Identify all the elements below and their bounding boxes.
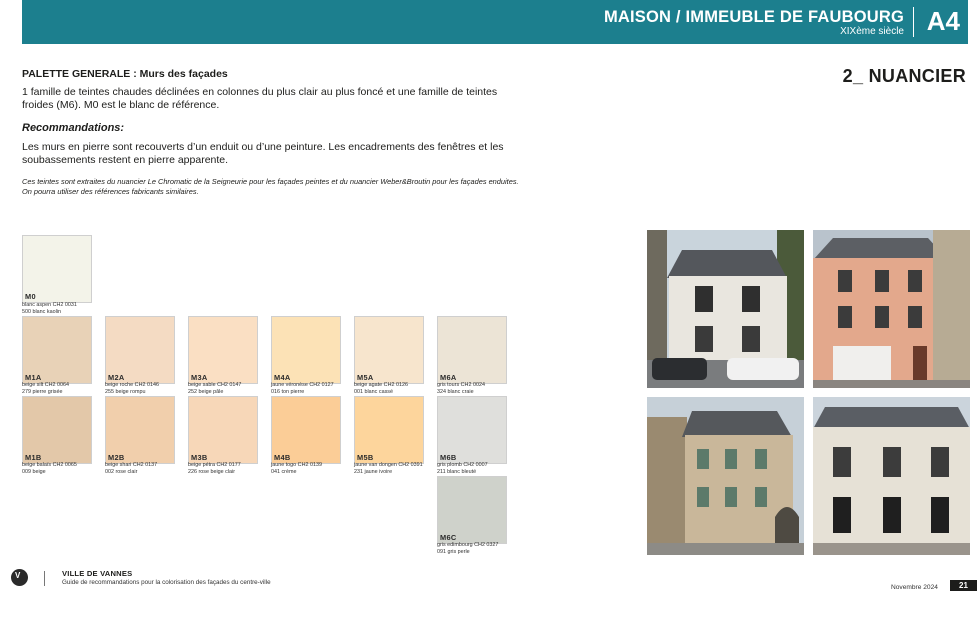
recommendations-title: Recommandations: bbox=[22, 122, 125, 134]
swatch-label: beige silt CH2 0064 279 pierre grisée bbox=[22, 382, 69, 396]
swatch-ref: beige shari CH2 0137 bbox=[105, 462, 158, 468]
facade-photo bbox=[647, 397, 804, 555]
swatch-code: M6B bbox=[440, 453, 457, 462]
swatch-ref: gris tours CH2 0024 bbox=[437, 382, 485, 388]
footer-city: VILLE DE VANNES bbox=[62, 569, 133, 578]
swatch-code: M3B bbox=[191, 453, 208, 462]
swatch-m1a: M1A bbox=[22, 316, 92, 384]
swatch-m6c: M6C bbox=[437, 476, 507, 544]
palette-title: PALETTE GENERALE : Murs des façades bbox=[22, 68, 228, 80]
swatch-ref: blanc aspen CH2 0031 bbox=[22, 302, 77, 308]
swatch-ref: 009 beige bbox=[22, 469, 46, 476]
swatch-m2b: M2B bbox=[105, 396, 175, 464]
facade-photo bbox=[813, 230, 970, 388]
footer-date: Novembre 2024 bbox=[891, 584, 938, 591]
facade-photo bbox=[647, 230, 804, 388]
swatch-label: beige agate CH2 0126 001 blanc cassé bbox=[354, 382, 408, 396]
swatch-m6b: M6B bbox=[437, 396, 507, 464]
swatch-code: M6A bbox=[440, 373, 457, 382]
swatch-ref: gris edimbourg CH2 0327 bbox=[437, 542, 499, 548]
swatch-label: blanc aspen CH2 0031 500 blanc kaolin bbox=[22, 302, 77, 316]
swatch-ref: beige roche CH2 0146 bbox=[105, 382, 159, 388]
swatch-m0: M0 bbox=[22, 235, 92, 303]
swatch-ref: beige agate CH2 0126 bbox=[354, 382, 408, 388]
swatch-ref: beige pétra CH2 0177 bbox=[188, 462, 241, 468]
swatch-ref: gris plomb CH2 0007 bbox=[437, 462, 488, 468]
recommendations-text: Les murs en pierre sont recouverts d’un … bbox=[22, 141, 504, 166]
swatch-code: M4B bbox=[274, 453, 291, 462]
swatch-m3b: M3B bbox=[188, 396, 258, 464]
swatch-label: gris plomb CH2 0007 211 blanc bleuté bbox=[437, 462, 488, 476]
swatch-m2a: M2A bbox=[105, 316, 175, 384]
palette-description: 1 famille de teintes chaudes déclinées e… bbox=[22, 86, 498, 111]
swatch-m4a: M4A bbox=[271, 316, 341, 384]
swatch-label: jaune togo CH2 0139 041 crème bbox=[271, 462, 322, 476]
typology-code: A4 bbox=[926, 6, 960, 36]
city-logo: V bbox=[11, 569, 28, 586]
swatch-label: beige balaïs CH2 0065 009 beige bbox=[22, 462, 77, 476]
swatch-m3a: M3A bbox=[188, 316, 258, 384]
swatch-ref: beige sable CH2 0147 bbox=[188, 382, 242, 388]
swatch-label: gris tours CH2 0024 324 blanc craie bbox=[437, 382, 485, 396]
swatch-code: M5B bbox=[357, 453, 374, 462]
source-note: Ces teintes sont extraites du nuancier L… bbox=[22, 177, 519, 196]
swatch-m6a: M6A bbox=[437, 316, 507, 384]
swatch-code: M3A bbox=[191, 373, 208, 382]
swatch-m5a: M5A bbox=[354, 316, 424, 384]
swatch-ref: jaune togo CH2 0139 bbox=[271, 462, 322, 468]
swatch-ref: jaune van dongen CH2 0391 bbox=[354, 462, 423, 468]
header-divider bbox=[913, 7, 914, 37]
swatch-m1b: M1B bbox=[22, 396, 92, 464]
swatch-code: M1A bbox=[25, 373, 42, 382]
swatch-label: jaune van dongen CH2 0391 231 jaune ivoir… bbox=[354, 462, 423, 476]
swatch-code: M1B bbox=[25, 453, 42, 462]
swatch-label: gris edimbourg CH2 0327 091 gris perle bbox=[437, 542, 498, 556]
swatch-m4b: M4B bbox=[271, 396, 341, 464]
header-banner: MAISON / IMMEUBLE DE FAUBOURG XIXème siè… bbox=[22, 0, 968, 44]
swatch-ref: beige balaïs CH2 0065 bbox=[22, 462, 77, 468]
swatch-ref: jaune véronèse CH2 0127 bbox=[271, 382, 334, 388]
swatch-ref: 091 gris perle bbox=[437, 549, 470, 556]
swatch-ref: 002 rose clair bbox=[105, 469, 138, 476]
page-subtitle: XIXème siècle bbox=[840, 26, 904, 37]
swatch-label: beige pétra CH2 0177 226 rose beige clair bbox=[188, 462, 241, 476]
swatch-code: M2A bbox=[108, 373, 125, 382]
swatch-code: M4A bbox=[274, 373, 291, 382]
swatch-ref: 226 rose beige clair bbox=[188, 469, 236, 476]
swatch-code: M2B bbox=[108, 453, 125, 462]
page-title: MAISON / IMMEUBLE DE FAUBOURG bbox=[603, 8, 904, 26]
logo-letter: V bbox=[15, 571, 21, 580]
swatch-label: beige roche CH2 0146 255 beige rompu bbox=[105, 382, 159, 396]
swatch-label: beige sable CH2 0147 252 beige pâle bbox=[188, 382, 241, 396]
swatch-ref: beige silt CH2 0064 bbox=[22, 382, 70, 388]
swatch-ref: 231 jaune ivoire bbox=[354, 469, 393, 476]
swatch-label: beige shari CH2 0137 002 rose clair bbox=[105, 462, 157, 476]
section-label: 2_ NUANCIER bbox=[842, 66, 966, 86]
footer-divider bbox=[44, 571, 45, 586]
swatch-code: M6C bbox=[440, 533, 457, 542]
facade-photo bbox=[813, 397, 970, 555]
swatch-code: M0 bbox=[25, 292, 36, 301]
swatch-code: M5A bbox=[357, 373, 374, 382]
swatch-m5b: M5B bbox=[354, 396, 424, 464]
footer-guide-title: Guide de recommandations pour la coloris… bbox=[62, 579, 271, 586]
swatch-label: jaune véronèse CH2 0127 016 ton pierre bbox=[271, 382, 334, 396]
swatch-ref: 041 crème bbox=[271, 469, 297, 476]
page-number: 21 bbox=[950, 580, 977, 591]
